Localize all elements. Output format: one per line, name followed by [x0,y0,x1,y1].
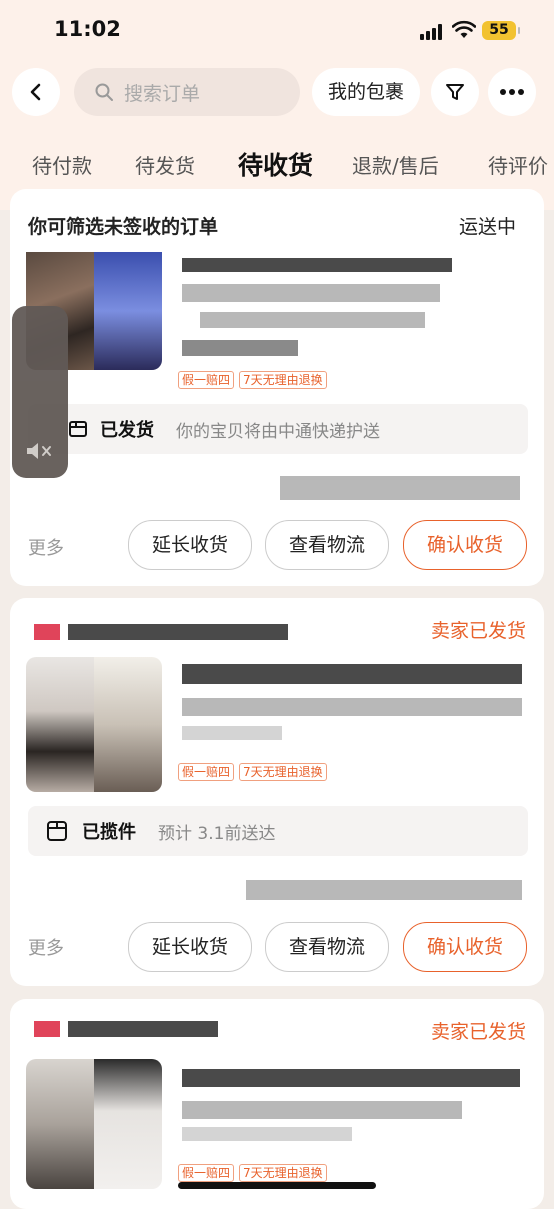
battery-indicator: 55 [482,21,520,40]
shipping-status: 已揽件 [82,822,136,843]
view-logistics-button[interactable]: 查看物流 [265,922,389,972]
filter-hint: 你可筛选未签收的订单 [28,216,219,238]
order-card[interactable]: 假一赔四 7天无理由退换 已发货 你的宝贝将由中通快递护送 更多 延长收货 查看… [10,252,544,586]
home-indicator [178,1182,376,1189]
service-tags: 假一赔四 7天无理由退换 [178,371,327,389]
product-spec-redacted [200,312,425,328]
guarantee-tag: 假一赔四 [178,371,235,389]
search-input[interactable]: 搜索订单 [74,68,300,116]
product-spec-redacted [182,1101,462,1119]
search-icon [95,83,113,101]
order-status: 卖家已发货 [430,1021,526,1043]
shop-name-redacted[interactable] [34,1019,294,1039]
product-spec-redacted [182,698,522,716]
confirm-receipt-button[interactable]: 确认收货 [403,922,527,972]
more-link[interactable]: 更多 [28,534,64,560]
service-tags: 假一赔四 7天无理由退换 [178,1164,327,1182]
product-title-redacted [182,258,452,272]
more-options-button[interactable] [488,68,536,116]
order-card[interactable]: 卖家已发货 假一赔四 7天无理由退换 已揽件 预计 3.1前送达 更多 延长收货… [10,598,544,986]
filter-button[interactable] [431,68,479,116]
my-packages-button[interactable]: 我的包裹 [312,68,420,116]
shipping-note: 预计 3.1前送达 [158,824,276,844]
extend-receipt-button[interactable]: 延长收货 [128,922,252,972]
order-status: 卖家已发货 [430,620,526,642]
product-image[interactable] [26,657,162,792]
tab-refund-aftersales[interactable]: 退款/售后 [352,150,439,179]
product-title-redacted [182,1069,520,1087]
guarantee-tag: 假一赔四 [178,1164,235,1182]
tab-pending-review[interactable]: 待评价 [488,150,548,179]
more-link[interactable]: 更多 [28,934,64,960]
wifi-icon [452,20,476,38]
price-redacted [246,880,522,900]
tab-pending-payment[interactable]: 待付款 [32,150,92,179]
product-title-redacted [182,284,440,302]
order-card[interactable]: 卖家已发货 假一赔四 7天无理由退换 [10,999,544,1209]
mute-speaker-icon [27,443,51,459]
return-policy-tag: 7天无理由退换 [239,763,327,781]
order-tabs: 待付款 待发货 待收货 退款/售后 待评价 [0,140,554,190]
extend-receipt-button[interactable]: 延长收货 [128,520,252,570]
top-nav: 搜索订单 我的包裹 [0,68,554,120]
status-bar: 11:02 55 [0,0,554,62]
return-policy-tag: 7天无理由退换 [239,1164,327,1182]
volume-overlay [12,306,68,478]
product-spec-redacted [182,340,298,356]
shipping-status: 已发货 [100,420,154,441]
tab-pending-shipment[interactable]: 待发货 [135,150,195,179]
view-logistics-button[interactable]: 查看物流 [265,520,389,570]
shipping-info[interactable]: 已揽件 预计 3.1前送达 [28,806,528,856]
ellipsis-icon [500,89,524,95]
filter-banner: 你可筛选未签收的订单 运送中 [10,189,544,259]
shipping-info[interactable]: 已发货 你的宝贝将由中通快递护送 [28,404,528,454]
price-redacted [280,476,520,500]
back-button[interactable] [12,68,60,116]
package-icon [47,821,67,841]
chevron-left-icon [30,83,41,101]
guarantee-tag: 假一赔四 [178,763,235,781]
tab-pending-receipt[interactable]: 待收货 [238,146,313,182]
search-placeholder: 搜索订单 [124,82,201,105]
status-time: 11:02 [54,17,121,41]
confirm-receipt-button[interactable]: 确认收货 [403,520,527,570]
funnel-icon [446,84,464,100]
return-policy-tag: 7天无理由退换 [239,371,327,389]
service-tags: 假一赔四 7天无理由退换 [178,763,327,781]
filter-status-dropdown[interactable]: 运送中 [459,212,516,239]
product-spec-redacted [182,1127,352,1141]
shop-name-redacted[interactable] [34,622,294,642]
product-image[interactable] [26,1059,162,1189]
product-spec-redacted [182,726,282,740]
package-icon [69,421,87,437]
cellular-signal-icon [420,24,446,40]
shipping-note: 你的宝贝将由中通快递护送 [176,422,380,442]
product-title-redacted [182,664,522,684]
